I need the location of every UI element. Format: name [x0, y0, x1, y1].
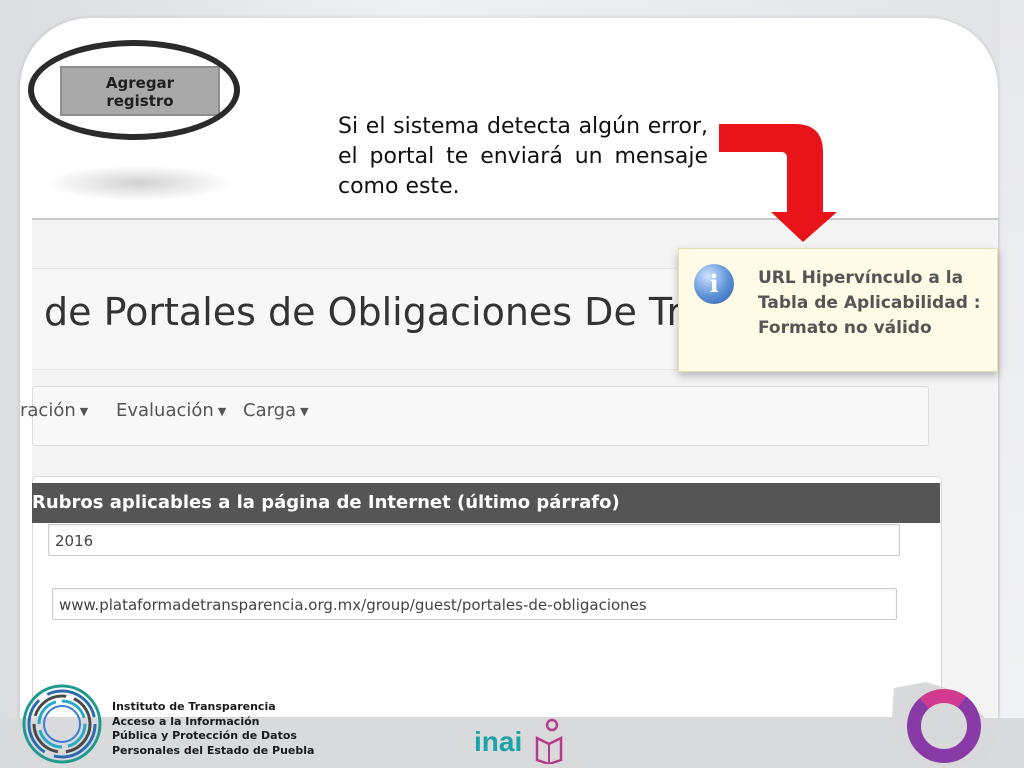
inai-mark-icon [535, 718, 563, 764]
institution-line-1: Instituto de Transparencia [112, 700, 276, 713]
institution-line-2: Acceso a la Información [112, 714, 260, 728]
year-field[interactable]: 2016 [48, 524, 900, 556]
side-strip [1000, 0, 1024, 768]
menu-item-administracion[interactable]: ración ▼ [20, 400, 88, 421]
menu-item-label: Carga [243, 400, 297, 421]
caret-down-icon: ▼ [300, 404, 309, 418]
panel-header: Rubros aplicables a la página de Interne… [32, 483, 940, 523]
institution-line-4: Personales del Estado de Puebla [112, 743, 315, 757]
explanation-text: Si el sistema detecta algún error, el po… [338, 114, 708, 199]
notification-line-2: Tabla de Aplicabilidad : [758, 293, 981, 313]
notification-message: URL Hipervínculo a la Tabla de Aplicabil… [758, 266, 998, 341]
caret-down-icon: ▼ [79, 404, 89, 418]
info-icon: i [694, 264, 734, 304]
notification-line-1: URL Hipervínculo a la [758, 268, 964, 288]
menu-item-label: Evaluación [116, 400, 214, 421]
button-shadow [44, 165, 234, 201]
institution-line-3: Pública y Protección de Datos [112, 729, 297, 742]
itaipue-logo-icon [22, 684, 102, 764]
institution-name: Instituto de Transparencia Acceso a la I… [112, 700, 342, 758]
inai-logo-text: inai [474, 726, 523, 757]
caret-down-icon: ▼ [217, 404, 227, 418]
notification-line-3: Formato no válido [758, 318, 932, 338]
menu-item-carga[interactable]: Carga ▼ [243, 400, 309, 421]
menu-item-label: ración [20, 400, 76, 421]
highlight-oval [28, 40, 240, 140]
puebla-map-logo-icon [892, 682, 996, 764]
portal-title-text: de Portales de Obligaciones De Tran [44, 290, 730, 334]
url-field[interactable]: www.plataformadetransparencia.org.mx/gro… [52, 588, 897, 620]
menu-item-evaluacion[interactable]: Evaluación ▼ [116, 400, 226, 421]
red-arrow-icon [719, 124, 837, 242]
